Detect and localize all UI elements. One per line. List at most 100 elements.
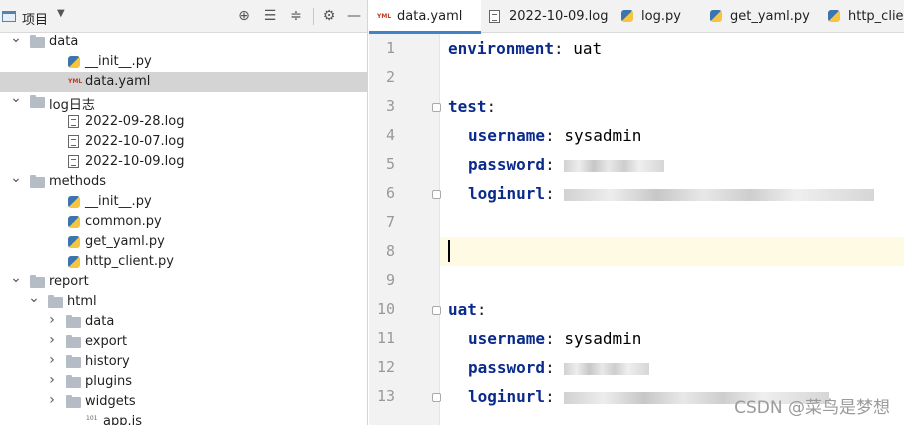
gear-icon[interactable]: ⚙ [321, 8, 337, 24]
tree-item[interactable]: __init__.py [0, 192, 367, 212]
project-panel-title[interactable]: 项目 [22, 9, 48, 28]
chevron-down-icon[interactable]: ⌄ [28, 290, 40, 306]
line-number-gutter: 1 2 3 4 5 6 7 8 9 10 11 12 13 [369, 34, 440, 425]
log-file-icon [68, 135, 79, 148]
toolbar-divider [313, 8, 314, 25]
line-number: 6 [385, 184, 395, 202]
yaml-key: environment [448, 39, 554, 58]
tree-item-label: widgets [85, 394, 136, 409]
tree-item-label: get_yaml.py [85, 234, 165, 249]
chevron-down-icon[interactable]: ▼ [57, 8, 65, 19]
code-line[interactable]: loginurl: [440, 179, 904, 208]
collapse-all-icon[interactable]: ≑ [288, 8, 304, 24]
yaml-file-icon: YML [68, 78, 83, 85]
tab-2022-10-09-log[interactable]: 2022-10-09.log [481, 0, 613, 33]
tree-item[interactable]: YML data.yaml [0, 72, 367, 92]
tree-item-label: history [85, 354, 130, 369]
tree-item-label: http_client.py [85, 254, 174, 269]
tree-item[interactable]: ⌄ html [0, 290, 367, 312]
code-line[interactable]: username: sysadmin [440, 121, 904, 150]
tree-item-label: 2022-10-07.log [85, 134, 185, 149]
code-line[interactable]: test: [440, 92, 904, 121]
tree-item[interactable]: 101 app.js [0, 412, 367, 425]
tab-get-yaml-py[interactable]: get_yaml.py [702, 0, 820, 33]
fold-start-icon[interactable] [432, 103, 441, 112]
log-file-icon [68, 115, 79, 128]
tree-item-label: 2022-10-09.log [85, 154, 185, 169]
folder-icon [30, 35, 45, 48]
fold-start-icon[interactable] [432, 306, 441, 315]
fold-end-icon[interactable] [432, 190, 441, 199]
python-file-icon [710, 10, 722, 22]
chevron-right-icon[interactable]: › [46, 352, 58, 368]
folder-icon [66, 315, 81, 328]
tree-item[interactable]: › data [0, 312, 367, 332]
code-editor[interactable]: 1 2 3 4 5 6 7 8 9 10 11 12 13 environment: uat test: … [369, 34, 904, 425]
code-line[interactable]: password: [440, 150, 904, 179]
code-line[interactable] [440, 63, 904, 92]
line-number: 2 [385, 68, 395, 86]
tree-item[interactable]: ⌄ methods [0, 170, 367, 192]
redacted-value [564, 159, 665, 172]
tree-item[interactable]: ⌄ report [0, 270, 367, 292]
locate-icon[interactable]: ⊕ [236, 8, 252, 24]
chevron-right-icon[interactable]: › [46, 312, 58, 328]
python-file-icon [828, 10, 840, 22]
chevron-down-icon[interactable]: ⌄ [10, 30, 22, 46]
project-panel: 项目 ▼ ⊕ ☰ ≑ ⚙ — ⌄ data __init__.py YML data.y… [0, 0, 368, 425]
tab-http-client[interactable]: http_client [820, 0, 904, 33]
chevron-right-icon[interactable]: › [46, 372, 58, 388]
yaml-key: password [468, 155, 546, 174]
tree-item-label: app.js [103, 414, 142, 425]
chevron-down-icon[interactable]: ⌄ [10, 270, 22, 286]
tree-item[interactable]: ⌄ log日志 [0, 90, 367, 113]
chevron-down-icon[interactable]: ⌄ [10, 170, 22, 186]
tree-item[interactable]: › history [0, 352, 367, 372]
folder-icon [66, 395, 81, 408]
tree-item[interactable]: 2022-10-09.log [0, 152, 367, 172]
code-line[interactable]: environment: uat [440, 34, 904, 63]
tree-item[interactable]: 2022-10-07.log [0, 132, 367, 152]
yaml-value: sysadmin [564, 126, 642, 145]
chevron-right-icon[interactable]: › [46, 332, 58, 348]
python-file-icon [68, 196, 80, 208]
editor-tab-bar: YML data.yaml 2022-10-09.log log.py get_yaml… [369, 0, 904, 34]
tree-item-label: 2022-09-28.log [85, 114, 185, 129]
redacted-value [564, 188, 875, 201]
code-line[interactable]: username: sysadmin [440, 324, 904, 353]
code-line[interactable]: password: [440, 353, 904, 382]
tree-item[interactable]: http_client.py [0, 252, 367, 272]
tab-log-py[interactable]: log.py [613, 0, 702, 33]
tree-item[interactable]: › plugins [0, 372, 367, 392]
tab-label: http_client [848, 9, 904, 24]
tree-item[interactable]: › export [0, 332, 367, 352]
tree-item[interactable]: common.py [0, 212, 367, 232]
yaml-value: sysadmin [564, 329, 642, 348]
text-cursor [448, 240, 450, 262]
line-number: 1 [385, 39, 395, 57]
tree-item-label: __init__.py [85, 54, 152, 69]
tree-item[interactable]: › widgets [0, 392, 367, 412]
code-line[interactable]: uat: [440, 295, 904, 324]
code-line[interactable] [440, 208, 904, 237]
tree-item[interactable]: __init__.py [0, 52, 367, 72]
fold-end-icon[interactable] [432, 393, 441, 402]
tree-item-label: data [85, 314, 115, 329]
tree-item-label: data.yaml [85, 74, 151, 89]
code-line[interactable] [440, 266, 904, 295]
chevron-right-icon[interactable]: › [46, 392, 58, 408]
tree-item[interactable]: ⌄ data [0, 30, 367, 52]
minimize-icon[interactable]: — [346, 8, 362, 24]
tree-item[interactable]: get_yaml.py [0, 232, 367, 252]
chevron-down-icon[interactable]: ⌄ [10, 90, 22, 106]
tree-item-label: data [49, 34, 79, 49]
tab-data-yaml[interactable]: YML data.yaml [369, 0, 481, 34]
expand-all-icon[interactable]: ☰ [262, 8, 278, 24]
tree-item-label: html [67, 294, 97, 309]
line-number: 9 [385, 271, 395, 289]
tree-item[interactable]: 2022-09-28.log [0, 112, 367, 132]
tab-label: log.py [641, 9, 681, 24]
code-line[interactable] [440, 237, 904, 266]
line-number: 10 [376, 300, 395, 318]
folder-icon [30, 275, 45, 288]
